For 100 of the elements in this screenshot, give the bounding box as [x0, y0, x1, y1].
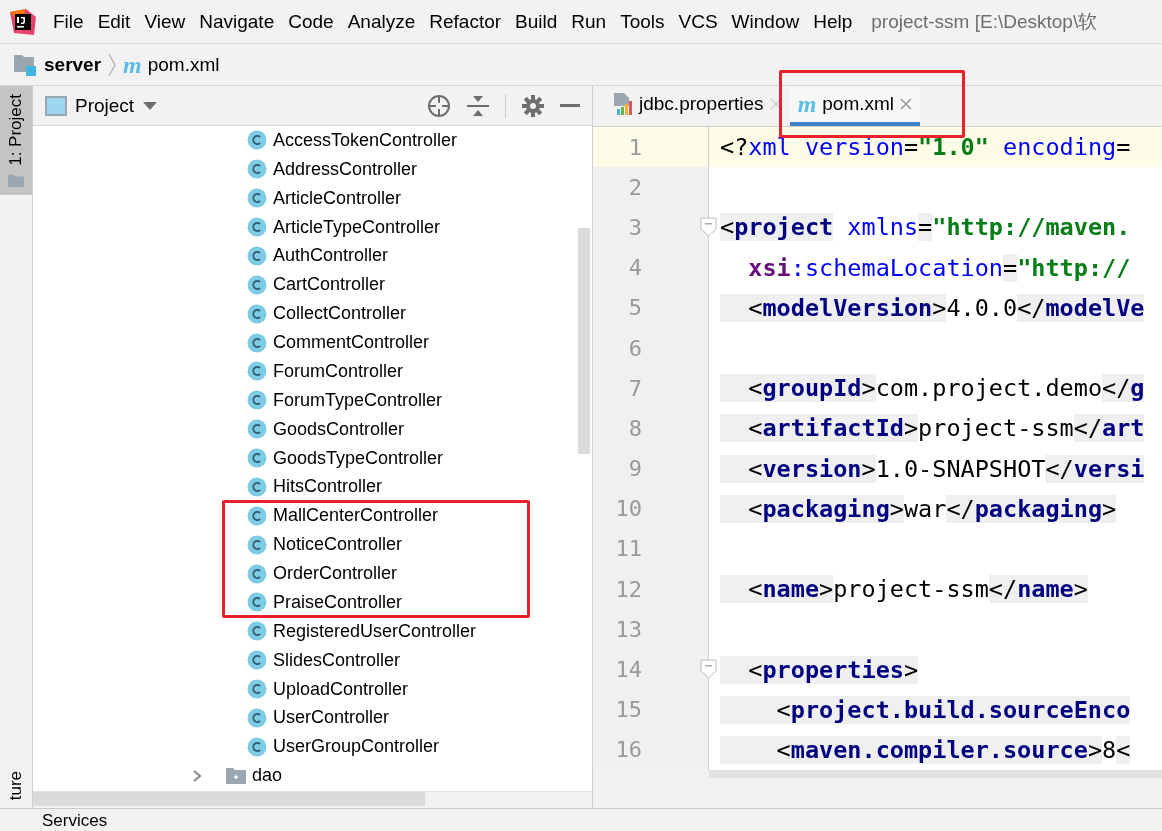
class-icon	[247, 592, 267, 613]
structure-tool-tab[interactable]: ture	[0, 762, 32, 808]
tree-item[interactable]: AddressController	[247, 157, 418, 182]
tree-item[interactable]: NoticeController	[247, 532, 403, 557]
editor-tab[interactable]: m pom.xml	[789, 86, 921, 126]
locate-icon[interactable]	[427, 93, 451, 118]
horizontal-scrollbar[interactable]	[709, 770, 1162, 778]
tree-item[interactable]: RegisteredUserController	[247, 619, 477, 644]
line-number: 9	[628, 456, 642, 482]
tree-item[interactable]: dao	[190, 763, 283, 788]
code-line: <project xmlns="http://maven.	[720, 213, 1131, 242]
services-tab[interactable]: Services	[42, 809, 108, 831]
tree-item[interactable]: OrderController	[247, 561, 398, 586]
menu-item[interactable]: File	[46, 10, 91, 33]
scrollbar-thumb[interactable]	[578, 228, 590, 454]
tree-item[interactable]: UploadController	[247, 677, 409, 702]
class-icon	[247, 130, 267, 151]
settings-icon[interactable]	[522, 94, 544, 117]
line-number: 1	[628, 134, 642, 160]
tree-item[interactable]: ForumController	[247, 359, 404, 384]
class-icon	[247, 419, 267, 440]
tree-item[interactable]: UserController	[247, 705, 390, 730]
menu-item[interactable]: Analyze	[340, 10, 423, 33]
menu-item[interactable]: Refactor	[422, 10, 509, 33]
class-icon	[247, 361, 267, 382]
code-line: xsi:schemaLocation="http://	[747, 253, 1131, 282]
tree-item[interactable]: UserGroupController	[247, 734, 440, 759]
class-icon	[247, 679, 267, 700]
breadcrumb-item[interactable]: server	[44, 53, 102, 76]
class-icon	[247, 534, 267, 555]
tree-item[interactable]: HitsController	[247, 474, 383, 499]
tree-item[interactable]: AuthController	[247, 243, 389, 268]
close-icon[interactable]	[900, 98, 913, 110]
tree-item[interactable]: MallCenterController	[247, 503, 439, 528]
code-line: <maven.compiler.source>8<	[720, 735, 1131, 764]
tree-item[interactable]: GoodsTypeController	[247, 446, 444, 471]
project-view-icon	[45, 95, 67, 116]
minimize-icon[interactable]	[560, 103, 580, 108]
line-number: 15	[615, 697, 642, 723]
line-number: 8	[628, 415, 642, 441]
class-icon	[247, 159, 267, 180]
line-number: 13	[615, 616, 642, 642]
dropdown-arrow-icon	[142, 100, 159, 111]
class-icon	[247, 736, 267, 757]
code-line: <groupId>com.project.demo</g	[720, 374, 1145, 403]
app-logo-icon[interactable]	[10, 8, 36, 35]
menu-item[interactable]: VCS	[671, 10, 725, 33]
view-selector[interactable]: Project	[45, 94, 159, 117]
code-line: <?xml version="1.0" encoding=	[720, 133, 1131, 162]
tree-item[interactable]: CommentController	[247, 330, 430, 355]
properties-file-icon	[613, 93, 633, 115]
class-icon	[247, 217, 267, 238]
code-line: <project.build.sourceEnco	[720, 695, 1131, 724]
class-icon	[247, 650, 267, 671]
tree-item[interactable]: CartController	[247, 272, 386, 297]
menu-item[interactable]: View	[137, 10, 193, 33]
class-icon	[247, 563, 267, 584]
fold-marker-icon[interactable]	[700, 217, 717, 238]
menu-item[interactable]: Window	[724, 10, 807, 33]
code-line: <version>1.0-SNAPSHOT</versi	[720, 454, 1145, 483]
scrollbar-thumb[interactable]	[33, 792, 425, 806]
class-icon	[247, 274, 267, 295]
folder-icon	[8, 173, 24, 188]
project-tool-tab[interactable]: 1: Project	[0, 86, 32, 196]
tree-item[interactable]: PraiseController	[247, 590, 403, 615]
menu-item[interactable]: Edit	[90, 10, 138, 33]
menu-item[interactable]: Tools	[613, 10, 672, 33]
tree-item[interactable]: ForumTypeController	[247, 388, 443, 413]
module-folder-icon	[14, 53, 38, 76]
line-number: 7	[628, 375, 642, 401]
line-number: 14	[615, 657, 642, 683]
collapse-all-icon[interactable]	[467, 93, 489, 118]
close-icon[interactable]	[769, 98, 782, 110]
menu-item[interactable]: Run	[564, 10, 614, 33]
folder-icon	[226, 767, 246, 785]
class-icon	[247, 621, 267, 642]
class-icon	[247, 505, 267, 526]
fold-marker-icon[interactable]	[700, 659, 717, 680]
menu-item[interactable]: Code	[281, 10, 341, 33]
line-number: 4	[628, 255, 642, 281]
class-icon	[247, 188, 267, 209]
breadcrumb-item[interactable]: pom.xml	[147, 53, 220, 76]
tree-item[interactable]: AccessTokenController	[247, 128, 458, 153]
menu-item[interactable]: Navigate	[192, 10, 282, 33]
tree-item[interactable]: SlidesController	[247, 648, 401, 673]
code-line: <packaging>war</packaging>	[720, 494, 1117, 523]
tree-item[interactable]: GoodsController	[247, 417, 405, 442]
code-line: <name>project-ssm</name>	[720, 575, 1088, 604]
window-title: project-ssm [E:\Desktop\软	[871, 9, 1098, 34]
editor-tab[interactable]: jdbc.properties	[605, 86, 790, 126]
menu-item[interactable]: Build	[508, 10, 565, 33]
tree-item[interactable]: CollectController	[247, 301, 407, 326]
class-icon	[247, 390, 267, 411]
menu-item[interactable]: Help	[806, 10, 860, 33]
class-icon	[247, 332, 267, 353]
class-icon	[247, 476, 267, 497]
line-number: 6	[628, 335, 642, 361]
tree-item[interactable]: ArticleTypeController	[247, 215, 441, 240]
tree-item[interactable]: ArticleController	[247, 186, 402, 211]
line-number: 2	[628, 174, 642, 200]
